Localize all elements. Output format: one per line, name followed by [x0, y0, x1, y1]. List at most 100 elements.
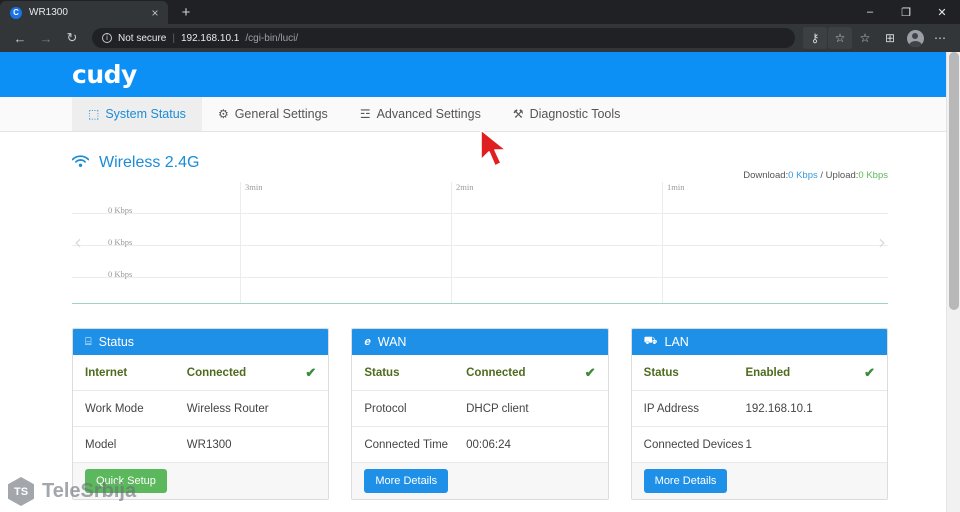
omnibox-divider: |: [172, 33, 175, 44]
tab-close-icon[interactable]: ×: [148, 7, 162, 19]
tab-advanced-settings[interactable]: ☲ Advanced Settings: [344, 97, 497, 131]
row-label: Status: [364, 367, 466, 379]
chart-legend: Download:0 Kbps / Upload:0 Kbps: [743, 170, 888, 181]
chart-x-tick: 3min: [245, 182, 262, 192]
lan-card: ⛟ LAN Status Enabled ✔ IP Address 192.16…: [631, 328, 888, 500]
download-label: Download:: [743, 170, 788, 181]
row-value: 00:06:24: [466, 439, 596, 451]
card-header: 𝒆 WAN: [352, 329, 607, 355]
table-row: Status Connected ✔: [352, 355, 607, 391]
wan-card: 𝒆 WAN Status Connected ✔ Protocol DHCP c…: [351, 328, 608, 500]
url-host: 192.168.10.1: [181, 33, 239, 44]
tab-diagnostic-tools[interactable]: ⚒ Diagnostic Tools: [497, 97, 637, 131]
restore-button[interactable]: ❐: [888, 0, 924, 24]
tab-label: System Status: [105, 107, 186, 121]
wifi-icon: [72, 155, 89, 172]
status-cards: ⌸ Status Internet Connected ✔ Work Mode …: [72, 328, 888, 500]
chart-gridline: [451, 182, 452, 303]
row-value: 192.168.10.1: [745, 403, 875, 415]
browser-toolbar-icons: ⚷ ☆ ☆ ⊞ ⋯: [803, 27, 952, 49]
collections-icon[interactable]: ⊞: [878, 27, 902, 49]
back-icon[interactable]: ←: [8, 26, 32, 50]
row-value: Wireless Router: [187, 403, 317, 415]
chart-y-tick: 0 Kbps: [108, 269, 132, 279]
close-window-button[interactable]: ✕: [924, 0, 960, 24]
tab-system-status[interactable]: ⬚ System Status: [72, 97, 202, 131]
card-footer: Quick Setup: [73, 463, 328, 499]
row-label: Status: [644, 367, 746, 379]
annotation-cursor: [478, 128, 512, 175]
table-row: Work Mode Wireless Router: [73, 391, 328, 427]
download-value: 0 Kbps: [788, 170, 818, 181]
page-title: Wireless 2.4G: [99, 154, 199, 172]
new-tab-button[interactable]: +: [176, 4, 196, 21]
tools-icon: ⚒: [513, 108, 524, 120]
table-row: Internet Connected ✔: [73, 355, 328, 391]
table-row: Connected Devices 1: [632, 427, 887, 463]
reload-icon[interactable]: ↻: [60, 26, 84, 50]
main-nav-tabs: ⬚ System Status ⚙ General Settings ☲ Adv…: [0, 97, 960, 132]
more-details-button[interactable]: More Details: [364, 469, 448, 493]
forward-icon[interactable]: →: [34, 26, 58, 50]
tab-label: General Settings: [235, 107, 328, 121]
favorites-bar-icon[interactable]: ☆: [853, 27, 877, 49]
browser-tab[interactable]: C WR1300 ×: [0, 1, 168, 24]
tab-general-settings[interactable]: ⚙ General Settings: [202, 97, 344, 131]
more-details-button[interactable]: More Details: [644, 469, 728, 493]
sliders-icon: ☲: [360, 108, 371, 120]
chart-gridline: [72, 245, 888, 246]
check-icon: ✔: [585, 365, 596, 381]
minimize-button[interactable]: –: [852, 0, 888, 24]
favorite-star-icon[interactable]: ☆: [828, 27, 852, 49]
row-label: Work Mode: [85, 403, 187, 415]
row-value: 1: [745, 439, 875, 451]
chart-gridline: [72, 277, 888, 278]
router-admin-page: cudy ⬚ System Status ⚙ General Settings …: [0, 52, 960, 512]
table-row: IP Address 192.168.10.1: [632, 391, 887, 427]
browser-tab-strip: C WR1300 × + – ❐ ✕: [0, 0, 960, 24]
url-path: /cgi-bin/luci/: [245, 33, 298, 44]
router-icon: ⌸: [85, 336, 92, 349]
browser-window: C WR1300 × + – ❐ ✕ ← → ↻ i Not secure | …: [0, 0, 960, 512]
chart-y-tick: 0 Kbps: [108, 205, 132, 215]
window-controls: – ❐ ✕: [852, 0, 960, 24]
chart-gridline: [240, 182, 241, 303]
key-icon[interactable]: ⚷: [803, 27, 827, 49]
table-row: Protocol DHCP client: [352, 391, 607, 427]
check-icon: ✔: [305, 365, 316, 381]
chart-next-arrow[interactable]: ›: [878, 232, 886, 252]
upload-value: 0 Kbps: [858, 170, 888, 181]
row-label: Model: [85, 439, 187, 451]
chart-y-tick: 0 Kbps: [108, 237, 132, 247]
card-header: ⛟ LAN: [632, 329, 887, 355]
card-title: Status: [99, 335, 134, 349]
address-bar[interactable]: i Not secure | 192.168.10.1 /cgi-bin/luc…: [92, 28, 795, 48]
row-label: Connected Time: [364, 439, 466, 451]
legend-separator: /: [818, 170, 826, 181]
quick-setup-button[interactable]: Quick Setup: [85, 469, 167, 493]
monitor-icon: ⬚: [88, 108, 99, 120]
scrollbar-thumb[interactable]: [949, 52, 959, 310]
traffic-chart: Download:0 Kbps / Upload:0 Kbps 0 Kbps 0…: [72, 182, 888, 312]
brand-header: cudy: [0, 52, 960, 97]
card-title: WAN: [378, 335, 407, 349]
row-value: Enabled: [745, 367, 864, 379]
security-status-label: Not secure: [118, 33, 166, 44]
chart-gridline: [662, 182, 663, 303]
status-card: ⌸ Status Internet Connected ✔ Work Mode …: [72, 328, 329, 500]
row-label: Protocol: [364, 403, 466, 415]
row-value: WR1300: [187, 439, 317, 451]
profile-avatar-icon[interactable]: [903, 27, 927, 49]
page-scrollbar[interactable]: ▲: [946, 52, 960, 512]
tab-favicon-icon: C: [10, 7, 22, 19]
gear-icon: ⚙: [218, 108, 229, 120]
card-title: LAN: [665, 335, 689, 349]
info-icon[interactable]: i: [102, 33, 112, 43]
cudy-logo: cudy: [72, 60, 137, 89]
card-footer: More Details: [352, 463, 607, 499]
chart-prev-arrow[interactable]: ‹: [74, 232, 82, 252]
card-header: ⌸ Status: [73, 329, 328, 355]
settings-more-icon[interactable]: ⋯: [928, 27, 952, 49]
card-footer: More Details: [632, 463, 887, 499]
row-label: Internet: [85, 367, 187, 379]
